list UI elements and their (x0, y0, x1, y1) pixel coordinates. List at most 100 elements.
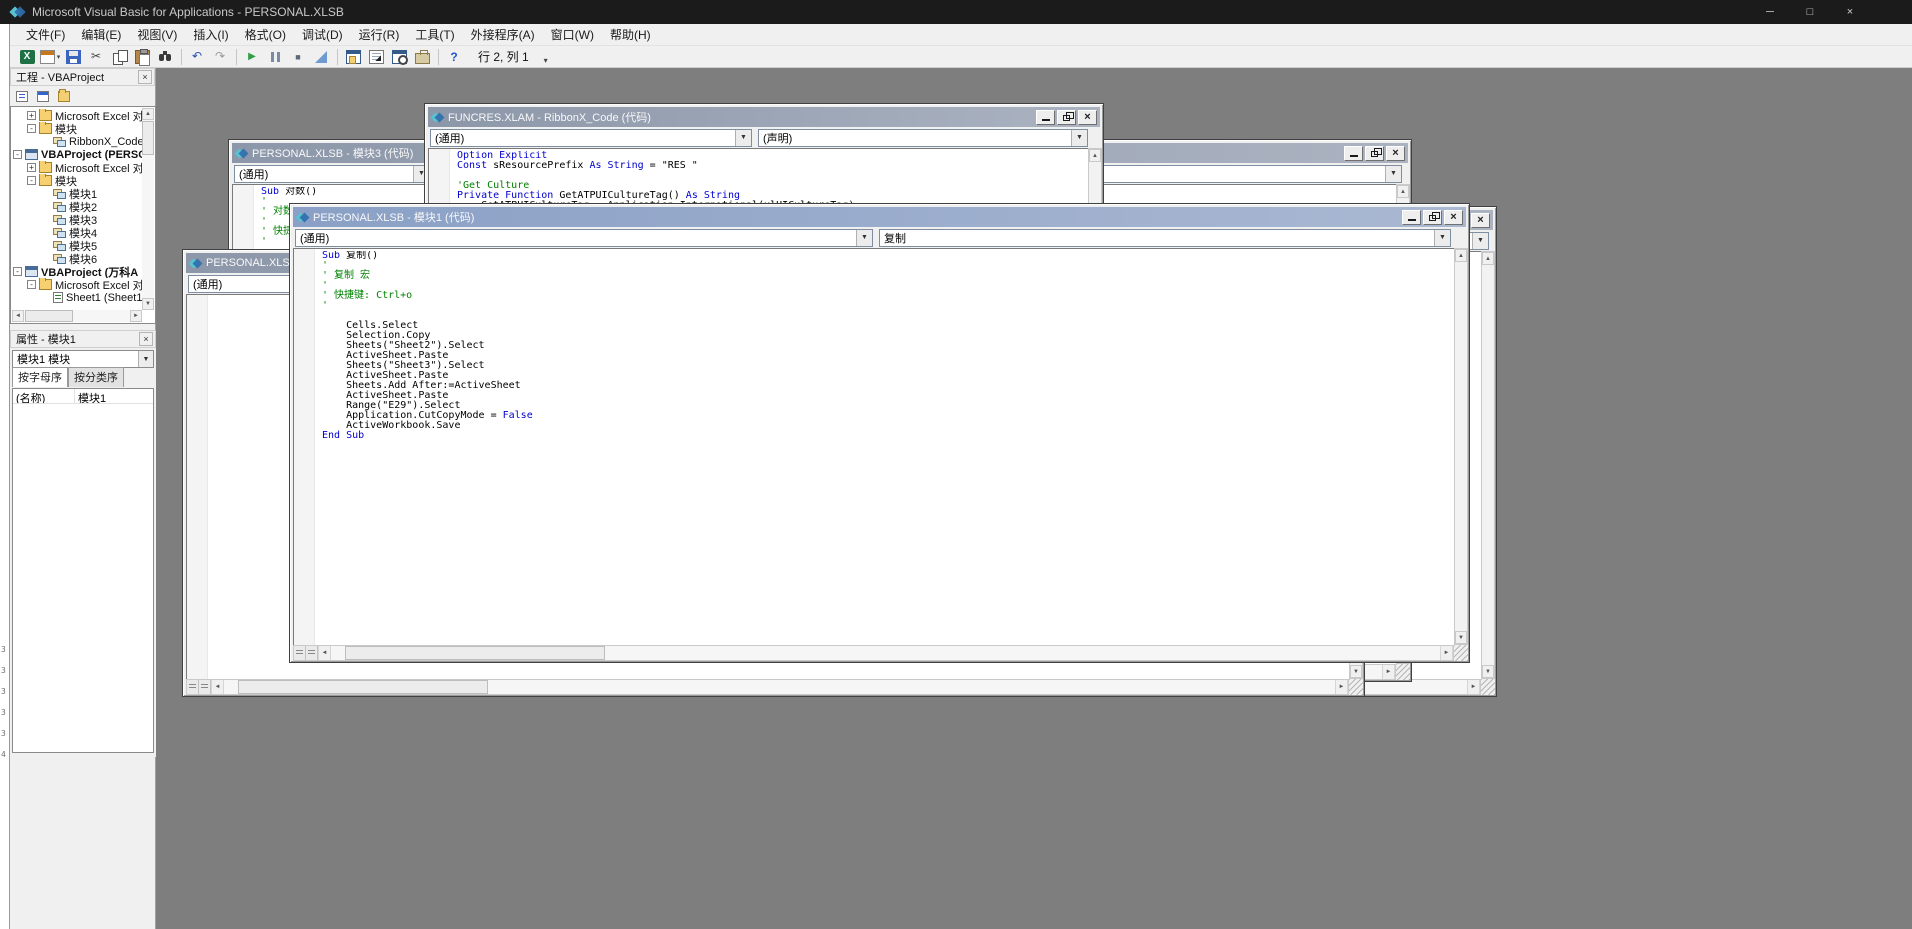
tree-expander-icon[interactable]: + (27, 163, 36, 172)
tree-hscroll-thumb[interactable] (25, 310, 73, 322)
view-object-button[interactable] (34, 88, 52, 104)
tree-expander-icon[interactable]: + (27, 111, 36, 120)
run-button[interactable]: ▶ (241, 47, 263, 67)
chevron-down-icon[interactable]: ▼ (856, 230, 872, 246)
tree-item[interactable]: 模块1 (11, 187, 142, 200)
menu-item[interactable]: 视图(V) (129, 23, 185, 46)
window-close-button[interactable]: × (1386, 146, 1405, 161)
scroll-down-icon[interactable]: ▼ (1482, 665, 1494, 678)
chevron-down-icon[interactable]: ▼ (1385, 166, 1401, 182)
horizontal-scrollbar[interactable]: ◄► (293, 645, 1454, 661)
reset-button[interactable]: ■ (287, 47, 309, 67)
maximize-button[interactable]: □ (1790, 0, 1830, 24)
resize-grip[interactable] (1396, 664, 1410, 680)
tree-scroll-left-icon[interactable]: ◄ (12, 310, 24, 322)
view-excel-button[interactable]: X (16, 47, 38, 67)
scroll-right-icon[interactable]: ► (1440, 646, 1453, 660)
window-minimize-button[interactable] (1344, 146, 1363, 161)
procedure-view-button[interactable] (294, 646, 306, 660)
object-combo[interactable]: (通用)▼ (234, 165, 430, 183)
tree-scroll-down-icon[interactable]: ▼ (142, 298, 154, 310)
tree-item[interactable]: -模块 (11, 174, 142, 187)
cut-button[interactable]: ✂ (85, 47, 107, 67)
menu-item[interactable]: 格式(O) (237, 23, 294, 46)
object-browser-button[interactable] (388, 47, 410, 67)
properties-window-button[interactable] (365, 47, 387, 67)
minimize-button[interactable]: ─ (1750, 0, 1790, 24)
toggle-folders-button[interactable] (55, 88, 73, 104)
window-restore-button[interactable] (1365, 146, 1384, 161)
tree-item[interactable]: Sheet1 (Sheet1) (11, 291, 142, 304)
code-window-title-bar[interactable]: FUNCRES.XLAM - RibbonX_Code (代码)× (428, 107, 1100, 127)
menu-item[interactable]: 运行(R) (351, 23, 408, 46)
object-combo[interactable]: (通用)▼ (430, 129, 752, 147)
property-row[interactable]: (名称) 模块1 (13, 389, 153, 404)
window-restore-button[interactable] (1423, 210, 1442, 225)
save-button[interactable] (62, 47, 84, 67)
scroll-up-icon[interactable]: ▲ (1397, 185, 1409, 198)
scroll-right-icon[interactable]: ► (1382, 665, 1395, 679)
window-close-button[interactable]: × (1471, 213, 1490, 228)
full-module-view-button[interactable] (199, 680, 211, 694)
tree-scroll-right-icon[interactable]: ► (130, 310, 142, 322)
tree-item[interactable]: 模块2 (11, 200, 142, 213)
menu-item[interactable]: 帮助(H) (602, 23, 659, 46)
tree-item[interactable]: +Microsoft Excel 对象 (11, 109, 142, 122)
chevron-down-icon[interactable]: ▼ (138, 351, 153, 367)
scroll-right-icon[interactable]: ► (1335, 680, 1348, 694)
resize-grip[interactable] (1454, 645, 1468, 661)
tree-item[interactable]: 模块3 (11, 213, 142, 226)
chevron-down-icon[interactable]: ▼ (1472, 233, 1488, 249)
hscroll-thumb[interactable] (345, 646, 605, 660)
redo-button[interactable]: ↷ (209, 47, 231, 67)
menu-item[interactable]: 调试(D) (294, 23, 351, 46)
chevron-down-icon[interactable]: ▼ (1071, 130, 1087, 146)
tree-item[interactable]: 模块4 (11, 226, 142, 239)
help-button[interactable]: ? (443, 47, 465, 67)
chevron-down-icon[interactable]: ▾ (57, 53, 61, 61)
tree-expander-icon[interactable]: - (27, 280, 36, 289)
toolbox-button[interactable] (411, 47, 433, 67)
tree-expander-icon[interactable]: - (13, 267, 22, 276)
object-selector-combo[interactable]: 模块1 模块 ▼ (12, 350, 154, 368)
window-minimize-button[interactable] (1402, 210, 1421, 225)
procedure-view-button[interactable] (187, 680, 199, 694)
resize-grip[interactable] (1481, 679, 1495, 695)
scroll-up-icon[interactable]: ▲ (1455, 249, 1467, 262)
window-close-button[interactable]: × (1078, 110, 1097, 125)
full-module-view-button[interactable] (306, 646, 318, 660)
scroll-right-icon[interactable]: ► (1467, 680, 1480, 694)
procedure-combo[interactable]: 复制▼ (879, 229, 1451, 247)
tree-item[interactable]: -模块 (11, 122, 142, 135)
tree-item[interactable]: RibbonX_Code (11, 135, 142, 148)
scroll-left-icon[interactable]: ◄ (318, 646, 331, 660)
code-editor[interactable]: Sub 复制()'' 复制 宏'' 快捷键: Ctrl+o' Cells.Sel… (293, 248, 1454, 645)
menu-item[interactable]: 工具(T) (407, 23, 462, 46)
tree-scroll-up-icon[interactable]: ▲ (142, 108, 154, 120)
horizontal-scrollbar[interactable]: ◄► (186, 679, 1349, 695)
menu-item[interactable]: 窗口(W) (543, 23, 602, 46)
tree-item[interactable]: 模块5 (11, 239, 142, 252)
menu-item[interactable]: 文件(F) (18, 23, 73, 46)
vertical-scrollbar[interactable]: ▲▼ (1454, 248, 1468, 645)
project-panel-header[interactable]: 工程 - VBAProject × (10, 68, 155, 86)
hscroll-track[interactable] (331, 646, 1440, 660)
tree-expander-icon[interactable]: - (27, 124, 36, 133)
chevron-down-icon[interactable]: ▼ (735, 130, 751, 146)
menu-item[interactable]: 外接程序(A) (463, 23, 543, 46)
menu-item[interactable]: 编辑(E) (73, 23, 129, 46)
window-restore-button[interactable] (1057, 110, 1076, 125)
tree-item[interactable]: +Microsoft Excel 对象 (11, 161, 142, 174)
tree-item[interactable]: -VBAProject (PERSONAL.XLSB) (11, 148, 142, 161)
design-mode-button[interactable] (310, 47, 332, 67)
vertical-scrollbar[interactable]: ▲▼ (1481, 251, 1495, 679)
resize-grip[interactable] (1349, 679, 1363, 695)
procedure-combo[interactable]: (声明)▼ (758, 129, 1088, 147)
app-title-bar[interactable]: Microsoft Visual Basic for Applications … (0, 0, 1912, 24)
window-close-button[interactable]: × (1444, 210, 1463, 225)
object-combo[interactable]: (通用)▼ (295, 229, 873, 247)
tree-item[interactable]: -VBAProject (万科A (11, 265, 142, 278)
project-explorer-button[interactable] (342, 47, 364, 67)
property-value[interactable]: 模块1 (75, 389, 153, 403)
tree-expander-icon[interactable]: - (13, 150, 22, 159)
